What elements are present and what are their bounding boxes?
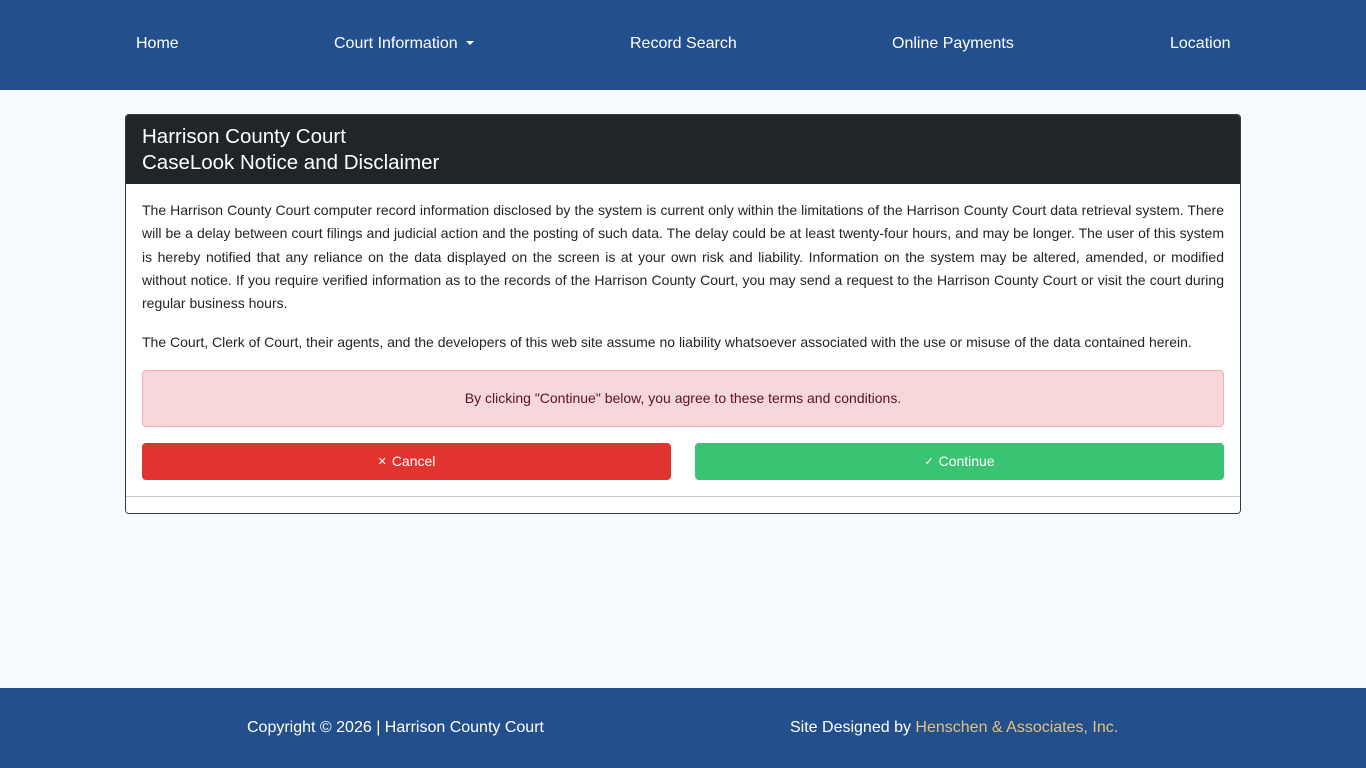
- continue-button[interactable]: ✓ Continue: [695, 443, 1224, 480]
- terms-alert: By clicking "Continue" below, you agree …: [142, 370, 1224, 427]
- caret-down-icon: [465, 41, 474, 45]
- designer-link[interactable]: Henschen & Associates, Inc.: [915, 719, 1118, 736]
- copyright-text: Copyright © 2026 | Harrison County Court: [247, 719, 544, 736]
- card-footer: [126, 496, 1240, 513]
- nav-court-information[interactable]: Court Information: [334, 34, 474, 54]
- designed-by: Site Designed by Henschen & Associates, …: [790, 718, 1118, 738]
- disclaimer-paragraph: The Harrison County Court computer recor…: [142, 202, 1224, 312]
- disclaimer-card: Harrison County Court CaseLook Notice an…: [125, 114, 1241, 514]
- nav-location[interactable]: Location: [1170, 34, 1231, 54]
- liability-paragraph: The Court, Clerk of Court, their agents,…: [142, 334, 1192, 350]
- nav-court-information-label: Court Information: [334, 35, 458, 52]
- top-navigation: Home Court Information Record Search Onl…: [0, 0, 1366, 90]
- nav-online-payments[interactable]: Online Payments: [892, 34, 1014, 54]
- disclaimer-text: The Harrison County Court computer recor…: [142, 199, 1224, 315]
- close-icon: ✕: [377, 456, 387, 468]
- continue-button-label: Continue: [938, 453, 995, 469]
- cancel-button[interactable]: ✕ Cancel: [142, 443, 671, 480]
- card-title-court: Harrison County Court: [142, 125, 346, 148]
- nav-record-search[interactable]: Record Search: [630, 34, 737, 54]
- designed-by-label: Site Designed by: [790, 719, 911, 736]
- cancel-button-label: Cancel: [391, 453, 436, 469]
- page-footer: Copyright © 2026 | Harrison County Court…: [0, 688, 1366, 768]
- card-title-notice: CaseLook Notice and Disclaimer: [142, 151, 440, 174]
- nav-home[interactable]: Home: [136, 34, 179, 54]
- check-icon: ✓: [924, 456, 934, 468]
- card-header: Harrison County Court CaseLook Notice an…: [126, 115, 1240, 184]
